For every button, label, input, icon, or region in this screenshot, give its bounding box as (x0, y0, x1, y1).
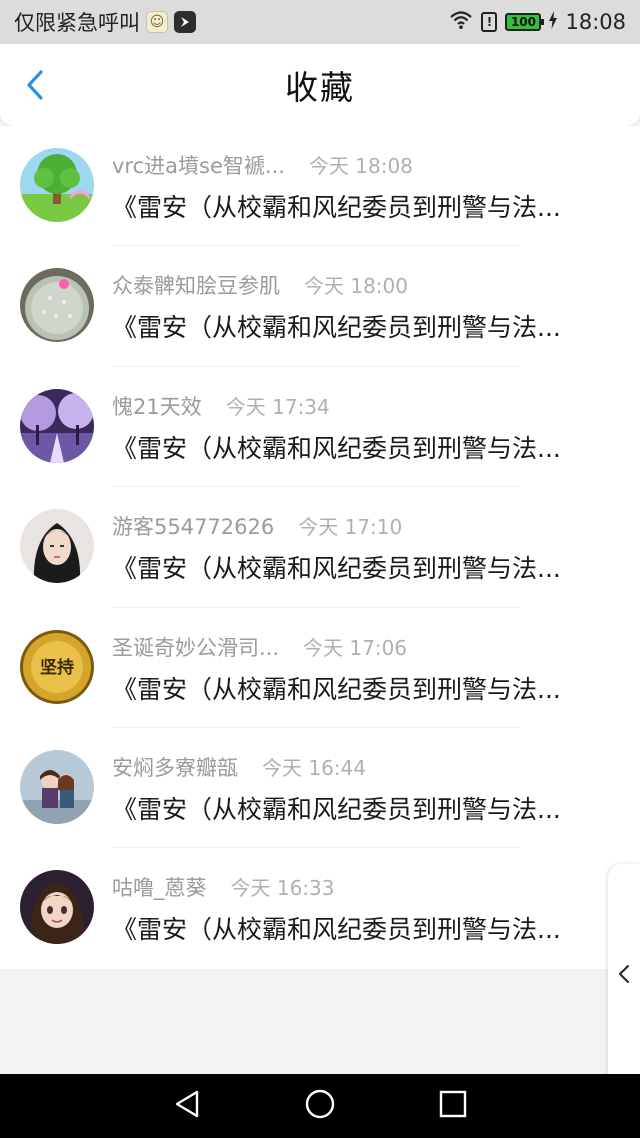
carrier-text: 仅限紧急呼叫 (14, 11, 140, 35)
avatar[interactable] (20, 268, 94, 343)
list-item[interactable]: 众泰髀知脍豆参肌 今天 18:00 《雷安（从校霸和风纪委员到刑警与法... (0, 246, 640, 367)
avatar[interactable]: 坚持 (20, 629, 94, 704)
item-title[interactable]: 《雷安（从校霸和风纪委员到刑警与法... (112, 549, 602, 585)
side-drawer-handle[interactable] (608, 864, 640, 1088)
post-time: 今天 18:00 (304, 274, 408, 299)
couple-avatar-image (20, 749, 94, 824)
avatar[interactable] (20, 148, 94, 222)
badge-text: 坚持 (40, 657, 74, 678)
list-item[interactable]: 咕噜_蒽葵 今天 16:33 《雷安（从校霸和风纪委员到刑警与法... (0, 848, 640, 968)
post-time: 今天 18:08 (308, 154, 413, 178)
tree-landscape-avatar-image (20, 148, 94, 222)
screen: 仅限紧急呼叫 ☺ ! 100 18:08 收藏 vrc进a墳se智褫... 今天… (0, 0, 640, 1138)
user-name[interactable]: 咕噜_蒽葵 (112, 872, 207, 902)
battery-level: 100 (510, 15, 536, 29)
gold-badge-avatar-image: 坚持 (20, 629, 94, 704)
item-title[interactable]: 《雷安（从校霸和风纪委员到刑警与法... (112, 429, 602, 465)
list-item[interactable]: 坚持 圣诞奇妙公滑司... 今天 17:06 《雷安（从校霸和风纪委员到刑警与法… (0, 608, 640, 728)
status-right: ! 100 18:08 (449, 10, 626, 35)
item-meta: 众泰髀知脍豆参肌 今天 18:00 (112, 270, 620, 300)
post-time: 今天 16:44 (262, 755, 366, 780)
item-meta: 游客554772626 今天 17:10 (112, 511, 620, 541)
avatar[interactable] (20, 388, 94, 463)
item-meta: 安焖多寮瓣瓿 今天 16:44 (112, 752, 620, 782)
user-name[interactable]: vrc进a墳se智褫... (112, 150, 285, 180)
user-name[interactable]: 愧21天效 (112, 391, 202, 421)
list-item[interactable]: 愧21天效 今天 17:34 《雷安（从校霸和风纪委员到刑警与法... (0, 367, 640, 488)
nav-recents-button[interactable] (433, 1086, 473, 1126)
home-circle-icon (304, 1088, 336, 1124)
battery-icon: 100 (505, 13, 545, 31)
item-meta: 愧21天效 今天 17:34 (112, 391, 620, 421)
post-time: 今天 17:34 (225, 394, 330, 419)
cactus-avatar-image (20, 268, 94, 343)
item-meta: 咕噜_蒽葵 今天 16:33 (112, 872, 620, 902)
recents-square-icon (439, 1090, 467, 1122)
navigation-bar (0, 1074, 640, 1138)
back-button[interactable] (18, 70, 52, 104)
status-left: 仅限紧急呼叫 ☺ (14, 7, 196, 37)
post-time: 今天 17:10 (298, 515, 403, 540)
favorites-list: vrc进a墳se智褫... 今天 18:08 《雷安（从校霸和风纪委员到刑警与法… (0, 126, 640, 969)
header: 收藏 (0, 44, 640, 126)
list-item[interactable]: 游客554772626 今天 17:10 《雷安（从校霸和风纪委员到刑警与法..… (0, 487, 640, 608)
charging-icon (549, 10, 558, 34)
bird-app-icon (174, 11, 196, 33)
nav-back-button[interactable] (167, 1086, 207, 1126)
chevron-left-icon (618, 964, 630, 988)
status-bar: 仅限紧急呼叫 ☺ ! 100 18:08 (0, 0, 640, 44)
item-meta: vrc进a墳se智褫... 今天 18:08 (112, 150, 620, 180)
post-time: 今天 16:33 (230, 876, 335, 901)
chevron-left-icon (25, 69, 45, 105)
avatar[interactable] (20, 870, 94, 945)
wifi-icon (449, 10, 473, 35)
alert-icon: ! (481, 12, 498, 32)
item-title[interactable]: 《雷安（从校霸和风纪委员到刑警与法... (112, 910, 602, 946)
user-name[interactable]: 圣诞奇妙公滑司... (112, 632, 279, 662)
page-title: 收藏 (285, 68, 355, 107)
user-name[interactable]: 众泰髀知脍豆参肌 (112, 270, 280, 300)
purple-trees-avatar-image (20, 388, 94, 463)
item-title[interactable]: 《雷安（从校霸和风纪委员到刑警与法... (112, 670, 602, 706)
item-title[interactable]: 《雷安（从校霸和风纪委员到刑警与法... (112, 308, 602, 344)
girl-portrait-avatar-image (20, 509, 94, 584)
list-item[interactable]: vrc进a墳se智褫... 今天 18:08 《雷安（从校霸和风纪委员到刑警与法… (0, 126, 640, 247)
post-time: 今天 17:06 (303, 635, 408, 660)
item-title[interactable]: 《雷安（从校霸和风纪委员到刑警与法... (112, 188, 602, 224)
back-triangle-icon (173, 1089, 201, 1123)
avatar[interactable] (20, 749, 94, 824)
emoji-app-icon: ☺ (146, 11, 168, 33)
item-meta: 圣诞奇妙公滑司... 今天 17:06 (112, 632, 620, 662)
item-title[interactable]: 《雷安（从校霸和风纪委员到刑警与法... (112, 790, 602, 826)
status-time: 18:08 (565, 10, 626, 34)
avatar[interactable] (20, 509, 94, 584)
user-name[interactable]: 安焖多寮瓣瓿 (112, 752, 238, 782)
nav-home-button[interactable] (300, 1086, 340, 1126)
list-item[interactable]: 安焖多寮瓣瓿 今天 16:44 《雷安（从校霸和风纪委员到刑警与法... (0, 728, 640, 849)
anime-girl-avatar-image (20, 870, 94, 945)
user-name[interactable]: 游客554772626 (112, 511, 274, 541)
